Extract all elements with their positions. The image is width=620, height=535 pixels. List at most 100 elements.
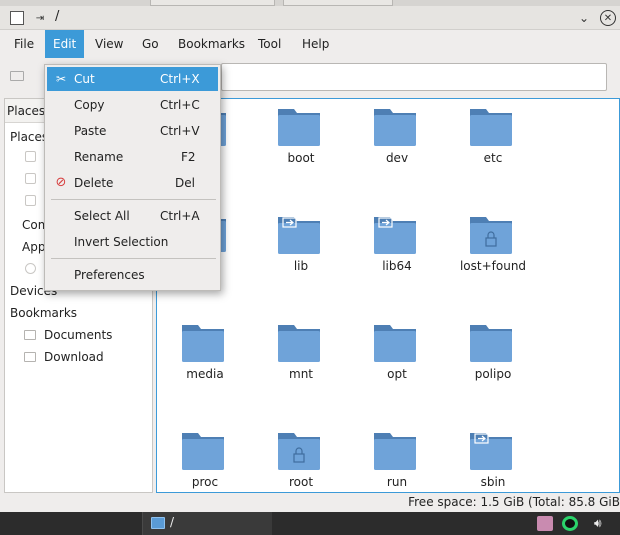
file-item[interactable]: dev [357,107,437,207]
file-item[interactable]: lost+found [453,215,533,315]
menu-item-label: Copy [74,98,105,112]
menu-item-invert-selection[interactable]: Invert Selection [47,230,218,254]
file-item[interactable]: media [165,323,245,423]
menu-go[interactable]: Go [134,30,167,58]
file-item[interactable]: lib64 [357,215,437,315]
menu-item-label: Rename [74,150,124,164]
file-name: dev [385,151,409,165]
folder-icon [182,433,224,470]
menu-edit[interactable]: Edit [45,30,85,58]
menu-item-preferences[interactable]: Preferences [47,263,218,287]
menu-item-label: Invert Selection [74,235,169,249]
free-space-text: Free space: 1.5 GiB (Total: 85.8 GiB [408,495,620,509]
menu-help[interactable]: Help [294,30,337,58]
sidebar-item-label: Download [44,350,104,364]
file-name: media [186,367,224,381]
sidebar-item-documents[interactable]: Documents [24,324,112,346]
file-item[interactable]: etc [453,107,533,207]
tray-app-icon[interactable] [537,516,553,531]
window-menu-icon[interactable] [10,11,24,25]
folder-icon [278,109,320,146]
status-bar: Free space: 1.5 GiB (Total: 85.8 GiB [0,493,620,512]
taskbar-task-label: / [170,515,175,529]
menu-separator [51,258,216,259]
file-item[interactable]: polipo [453,323,533,423]
menu-item-paste[interactable]: Paste Ctrl+V [47,119,218,143]
file-name: opt [387,367,407,381]
file-name: run [386,475,408,489]
network-icon [25,263,36,274]
folder-icon [278,325,320,362]
folder-icon [24,352,36,362]
menu-view[interactable]: View [87,30,131,58]
folder-icon [470,325,512,362]
menu-item-delete[interactable]: ⊘ Delete Del [47,171,218,195]
file-name: mnt [289,367,313,381]
menu-item-shortcut: F2 [181,150,196,164]
window-title: / [55,9,60,24]
folder-icon [151,517,165,529]
menu-tool[interactable]: Tool [250,30,289,58]
file-name: lost+found [459,259,527,273]
places-section-label: Places [10,130,49,144]
trash-icon [25,195,36,206]
desktop-icon [25,173,36,184]
file-name: root [288,475,314,489]
folder-icon [470,109,512,146]
file-name: polipo [474,367,512,381]
menu-item-copy[interactable]: Copy Ctrl+C [47,93,218,117]
menu-bookmarks[interactable]: Bookmarks [170,30,253,58]
file-item[interactable]: opt [357,323,437,423]
menu-item-select-all[interactable]: Select All Ctrl+A [47,204,218,228]
scissors-icon: ✂ [55,72,67,86]
close-button[interactable]: ✕ [600,10,616,26]
file-view[interactable]: boot dev etc lib lib64 lost+found media … [156,98,620,493]
menu-item-label: Paste [74,124,107,138]
network-status-icon[interactable] [562,516,578,531]
folder-link-icon [374,217,416,254]
paste-icon [54,124,68,138]
pin-icon[interactable]: ⇥ [33,11,47,25]
folder-icon [374,325,416,362]
menu-item-label: Cut [74,72,95,86]
menu-item-shortcut: Ctrl+C [160,98,200,112]
folder-icon [24,330,36,340]
menu-item-rename[interactable]: Rename F2 [47,145,218,169]
folder-locked-icon [470,217,512,254]
sidebar-item-download[interactable]: Download [24,346,104,368]
file-item[interactable]: boot [261,107,341,207]
folder-link-icon [278,217,320,254]
folder-locked-icon [278,433,320,470]
file-item[interactable]: mnt [261,323,341,423]
minimize-button[interactable]: ⌄ [576,10,592,26]
bookmarks-section-label: Bookmarks [10,306,78,320]
title-bar: ⇥ / ⌄ ✕ [0,6,620,30]
edit-menu-dropdown: ✂ Cut Ctrl+X Copy Ctrl+C Paste Ctrl+V Re… [44,64,221,291]
menu-item-label: Preferences [74,268,145,282]
file-manager-window: ⇥ / ⌄ ✕ File Edit View Go Bookmarks Tool… [0,6,620,512]
menu-item-cut[interactable]: ✂ Cut Ctrl+X [47,67,218,91]
menu-bar: File Edit View Go Bookmarks Tool Help [0,30,620,58]
folder-icon [374,433,416,470]
folder-icon [374,109,416,146]
menu-item-shortcut: Ctrl+A [160,209,200,223]
taskbar: / 🔊︎ [0,512,620,535]
menu-item-label: Select All [74,209,130,223]
location-bar[interactable] [221,63,607,91]
sidebar-item-label: Documents [44,328,113,342]
folder-icon [182,325,224,362]
menu-file[interactable]: File [6,30,42,58]
volume-icon[interactable]: 🔊︎ [594,516,610,531]
home-icon [25,151,36,162]
menu-separator [51,199,216,200]
file-item[interactable]: lib [261,215,341,315]
folder-link-icon [470,433,512,470]
file-name: etc [483,151,503,165]
menu-item-shortcut: Ctrl+V [160,124,200,138]
toolbar-button-icon[interactable] [10,71,24,81]
file-name: lib [293,259,309,273]
copy-icon [54,98,68,112]
delete-icon: ⊘ [55,175,67,190]
menu-item-label: Delete [74,176,114,190]
file-name: lib64 [382,259,412,273]
